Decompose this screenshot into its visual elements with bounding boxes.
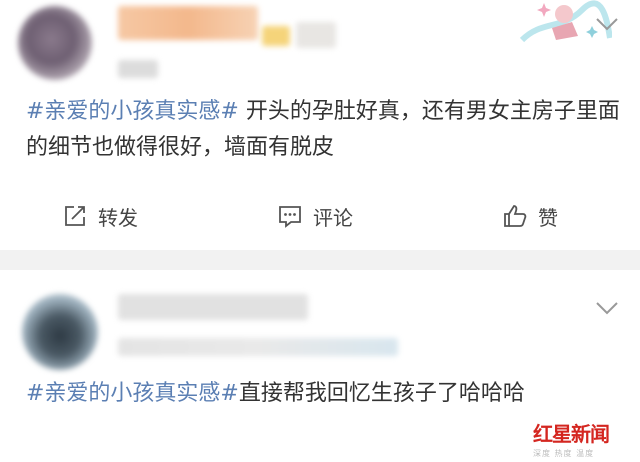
post-time-blurred [118, 60, 158, 78]
like-button[interactable]: 赞 [502, 196, 558, 236]
topic-link[interactable]: #亲爱的小孩真实感# [26, 381, 239, 406]
chevron-down-icon[interactable] [593, 298, 621, 318]
avatar[interactable] [22, 294, 98, 370]
post-card: #亲爱的小孩真实感# 开头的孕肚好真，还有男女主房子里面的细节也做得很好，墙面有… [0, 0, 640, 250]
comment-button[interactable]: 评论 [277, 196, 353, 236]
post-time-blurred [118, 338, 398, 356]
chevron-down-icon[interactable] [593, 14, 621, 34]
avatar[interactable] [18, 6, 92, 80]
post-text: #亲爱的小孩真实感# 开头的孕肚好真，还有男女主房子里面的细节也做得很好，墙面有… [26, 94, 626, 166]
post-separator [0, 250, 640, 270]
comment-icon [279, 206, 301, 228]
repost-label: 转发 [98, 205, 138, 230]
username-blurred[interactable] [118, 294, 308, 320]
comment-label: 评论 [313, 205, 353, 230]
username-blurred[interactable] [118, 6, 258, 40]
repost-icon [65, 206, 85, 226]
post-body: 直接帮我回忆生孩子了哈哈哈 [238, 381, 525, 406]
like-label: 赞 [538, 205, 558, 230]
user-badge-blurred [296, 22, 336, 48]
like-icon [504, 205, 527, 227]
logo-title: 红星新闻 [533, 422, 610, 446]
logo-subtitle: 深度 热度 温度 [533, 449, 595, 458]
user-badge-blurred [262, 26, 290, 46]
repost-button[interactable]: 转发 [62, 196, 138, 236]
topic-link[interactable]: #亲爱的小孩真实感# [26, 99, 239, 124]
post-text: #亲爱的小孩真实感#直接帮我回忆生孩子了哈哈哈 [26, 376, 626, 412]
red-star-news-logo: 红星新闻 深度 热度 温度 [533, 418, 633, 458]
